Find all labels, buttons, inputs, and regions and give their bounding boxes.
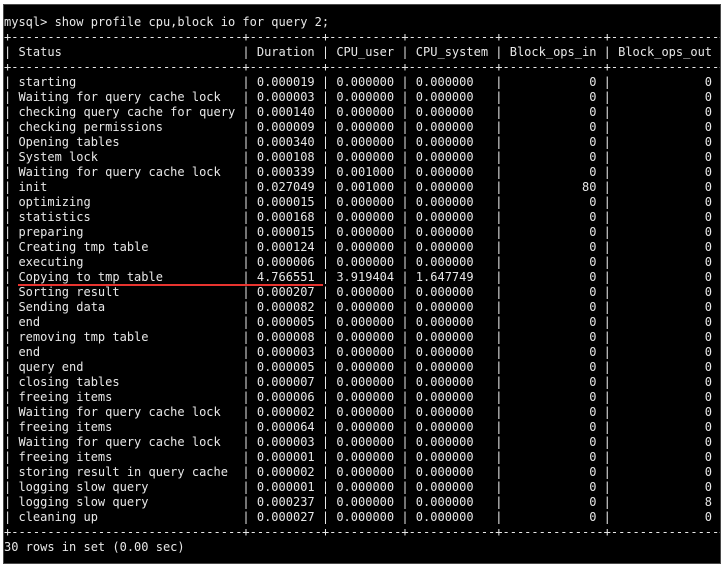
table-border-header: +--------------------------------+------… — [4, 60, 721, 74]
table-row: | logging slow query | 0.000001 | 0.0000… — [4, 480, 721, 494]
table-row: | Waiting for query cache lock | 0.00033… — [4, 165, 721, 179]
table-row: | starting | 0.000019 | 0.000000 | 0.000… — [4, 75, 721, 89]
table-row: | Sorting result | 0.000207 | 0.000000 |… — [4, 285, 721, 299]
table-row: | Copying to tmp table | 4.766551 | 3.91… — [4, 270, 721, 284]
table-header: | Status | Duration | CPU_user | CPU_sys… — [4, 45, 721, 59]
table-row: | checking permissions | 0.000009 | 0.00… — [4, 120, 721, 134]
table-row: | Waiting for query cache lock | 0.00000… — [4, 405, 721, 419]
table-row: | statistics | 0.000168 | 0.000000 | 0.0… — [4, 210, 721, 224]
table-border-top: +--------------------------------+------… — [4, 30, 721, 44]
command-prompt: mysql> show profile cpu,block io for que… — [4, 15, 330, 29]
table-row: | end | 0.000005 | 0.000000 | 0.000000 |… — [4, 315, 721, 329]
table-row: | removing tmp table | 0.000008 | 0.0000… — [4, 330, 721, 344]
table-border-bottom: +--------------------------------+------… — [4, 525, 721, 539]
table-row: | optimizing | 0.000015 | 0.000000 | 0.0… — [4, 195, 721, 209]
table-row: | freeing items | 0.000064 | 0.000000 | … — [4, 420, 721, 434]
table-row: | Opening tables | 0.000340 | 0.000000 |… — [4, 135, 721, 149]
table-row: | storing result in query cache | 0.0000… — [4, 465, 721, 479]
result-footer: 30 rows in set (0.00 sec) — [4, 540, 185, 554]
table-row: | preparing | 0.000015 | 0.000000 | 0.00… — [4, 225, 721, 239]
terminal-window[interactable]: mysql> show profile cpu,block io for que… — [3, 4, 721, 564]
highlight-underline — [18, 284, 323, 286]
table-row: | System lock | 0.000108 | 0.000000 | 0.… — [4, 150, 721, 164]
table-row: | Waiting for query cache lock | 0.00000… — [4, 435, 721, 449]
table-row: | checking query cache for query | 0.000… — [4, 105, 721, 119]
table-row: | freeing items | 0.000001 | 0.000000 | … — [4, 450, 721, 464]
table-row: | end | 0.000003 | 0.000000 | 0.000000 |… — [4, 345, 721, 359]
table-row: | cleaning up | 0.000027 | 0.000000 | 0.… — [4, 510, 721, 524]
table-row: | executing | 0.000006 | 0.000000 | 0.00… — [4, 255, 721, 269]
table-row: | logging slow query | 0.000237 | 0.0000… — [4, 495, 721, 509]
table-row: | freeing items | 0.000006 | 0.000000 | … — [4, 390, 721, 404]
table-row: | closing tables | 0.000007 | 0.000000 |… — [4, 375, 721, 389]
table-row: | Waiting for query cache lock | 0.00000… — [4, 90, 721, 104]
table-row: | Sending data | 0.000082 | 0.000000 | 0… — [4, 300, 721, 314]
table-row: | Creating tmp table | 0.000124 | 0.0000… — [4, 240, 721, 254]
table-row: | query end | 0.000005 | 0.000000 | 0.00… — [4, 360, 721, 374]
table-row: | init | 0.027049 | 0.001000 | 0.000000 … — [4, 180, 721, 194]
